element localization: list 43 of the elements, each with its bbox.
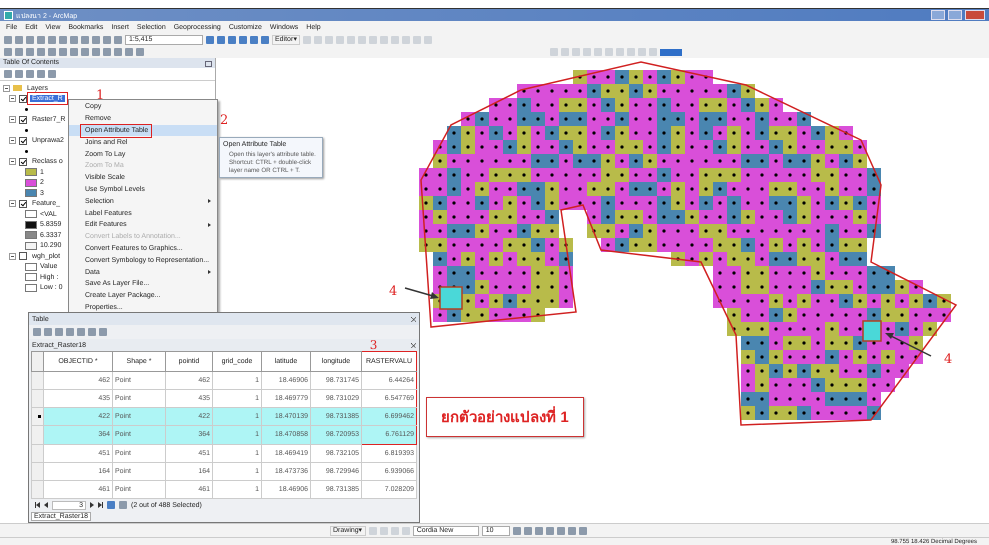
pointer-arrow — [885, 333, 932, 357]
submenu-arrow-icon — [208, 222, 211, 227]
next-record-button[interactable] — [90, 502, 94, 508]
close-icon[interactable] — [411, 342, 416, 348]
step-number: 1 — [96, 88, 104, 103]
layer-checkbox[interactable] — [19, 158, 27, 166]
submenu-arrow-icon — [208, 199, 211, 204]
highlighted-cell — [862, 320, 882, 342]
step-number: 3 — [370, 340, 378, 350]
pointer-arrow — [404, 287, 439, 299]
caption-text: ยกตัวอย่างแปลงที่ 1 — [426, 397, 584, 437]
step-number: 4 — [389, 284, 398, 299]
layer-checkbox[interactable] — [19, 200, 27, 208]
step-number: 4 — [944, 352, 952, 367]
submenu-arrow-icon — [208, 270, 211, 274]
layer-checkbox[interactable] — [19, 252, 27, 260]
close-button[interactable] — [965, 10, 985, 20]
layer-checkbox[interactable] — [19, 116, 27, 124]
minimize-button[interactable] — [931, 10, 945, 20]
pin-icon[interactable] — [205, 61, 212, 67]
first-record-button[interactable] — [35, 502, 40, 508]
collapse-icon[interactable] — [9, 200, 16, 208]
current-row-icon — [38, 415, 41, 418]
color-swatch[interactable] — [660, 48, 682, 56]
maximize-button[interactable] — [948, 10, 962, 20]
collapse-icon[interactable] — [9, 252, 16, 260]
layers-folder-icon — [13, 85, 22, 92]
last-record-button[interactable] — [98, 502, 103, 508]
highlight-frame — [80, 124, 152, 138]
point-symbol-icon — [25, 150, 28, 153]
layer-checkbox[interactable] — [19, 94, 27, 103]
collapse-icon[interactable] — [9, 116, 16, 124]
highlighted-cell — [439, 286, 463, 310]
row-header[interactable] — [32, 408, 44, 426]
close-icon[interactable] — [411, 316, 416, 322]
app-icon — [4, 10, 13, 20]
point-symbol-icon — [25, 108, 28, 111]
point-symbol-icon — [25, 128, 28, 132]
collapse-icon[interactable] — [9, 137, 16, 144]
step-number: 2 — [220, 113, 228, 128]
layer-checkbox[interactable] — [19, 136, 27, 145]
collapse-icon[interactable] — [9, 158, 16, 166]
previous-record-button[interactable] — [44, 502, 48, 508]
